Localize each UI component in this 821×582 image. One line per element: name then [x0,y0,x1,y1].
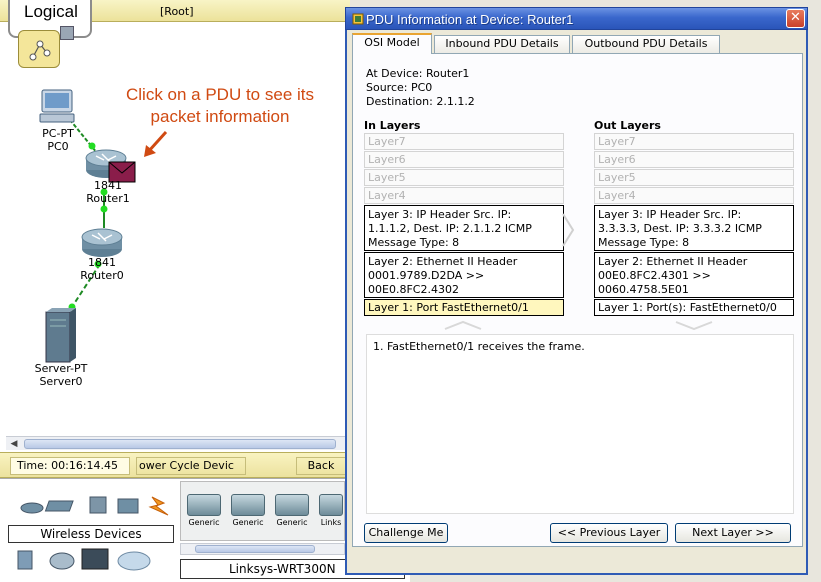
challenge-me-button[interactable]: Challenge Me [364,523,448,543]
generic-device-3[interactable]: Generic [273,494,311,532]
device-model-list: Generic Generic Generic Links [180,481,345,541]
logical-workspace[interactable]: [Root] Logical Click on a PDU to see its… [0,0,350,452]
destination-text: Destination: 2.1.1.2 [366,95,475,108]
tab-inbound-pdu-details[interactable]: Inbound PDU Details [434,35,570,53]
router0-label: 1841 Router0 [62,256,142,282]
device-model-label: Generic [188,518,220,527]
device-type-label: 1841 [94,179,122,192]
in-layer6[interactable]: Layer6 [364,151,564,168]
layer-text: Message Type: 8 [598,236,690,249]
scrollbar-thumb[interactable] [24,439,336,449]
tab-osi-model[interactable]: OSI Model [352,33,432,54]
in-layer7[interactable]: Layer7 [364,133,564,150]
device-name-label: Router1 [86,192,130,205]
router-icon[interactable] [80,223,124,259]
router1-label: 1841 Router1 [68,179,148,205]
layer-text: 1.1.1.2, Dest. IP: 2.1.1.2 ICMP [368,222,532,235]
dialog-title-bar[interactable]: PDU Information at Device: Router1 ✕ [345,7,808,30]
out-layer5[interactable]: Layer5 [594,169,794,186]
description-text: 1. FastEthernet0/1 receives the frame. [373,340,585,353]
workspace-horizontal-scrollbar[interactable]: ◀ [6,436,346,450]
in-layer1[interactable]: Layer 1: Port FastEthernet0/1 [364,299,564,316]
device-category-panel: Wireless Devices [8,485,178,577]
pc-icon[interactable] [38,88,78,126]
window-edge [810,0,821,582]
chevron-down-icon [675,321,713,330]
layer-text: Layer 2: Ethernet II Header [368,255,518,268]
generic-device-2[interactable]: Generic [229,494,267,532]
server0-label: Server-PT Server0 [21,362,101,388]
close-button[interactable]: ✕ [786,9,805,28]
in-layer5[interactable]: Layer5 [364,169,564,186]
out-layers-heading: Out Layers [594,119,661,132]
generic-device-1[interactable]: Generic [185,494,223,532]
layer-text: Message Type: 8 [368,236,460,249]
linksys-device[interactable]: Links [317,494,345,532]
pdu-information-dialog: PDU Information at Device: Router1 ✕ OSI… [345,7,808,575]
out-layer1[interactable]: Layer 1: Port(s): FastEthernet0/0 [594,299,794,316]
device-category-label: Wireless Devices [8,525,174,543]
out-layer3[interactable]: Layer 3: IP Header Src. IP: 3.3.3.3, Des… [594,205,794,251]
layer-text: 00E0.8FC2.4302 [368,283,459,296]
layer-text: Layer 2: Ethernet II Header [598,255,748,268]
tab-outbound-pdu-details[interactable]: Outbound PDU Details [572,35,720,53]
layer-text: Layer 3: IP Header Src. IP: [368,208,512,221]
device-model-label: Generic [232,518,264,527]
in-layer4[interactable]: Layer4 [364,187,564,204]
device-type-label: PC-PT [42,127,74,140]
device-name-label: Router0 [80,269,124,282]
scrollbar-thumb[interactable] [195,545,315,553]
device-type-label: 1841 [88,256,116,269]
layer-text: Layer 3: IP Header Src. IP: [598,208,742,221]
chevron-right-icon [562,213,575,247]
device-type-label: Server-PT [34,362,88,375]
out-layer6[interactable]: Layer6 [594,151,794,168]
previous-layer-button[interactable]: << Previous Layer [550,523,668,543]
back-button[interactable]: Back [296,457,346,475]
source-text: Source: PC0 [366,81,433,94]
osi-model-panel: At Device: Router1 Source: PC0 Destinati… [352,53,803,547]
device-name-label: Server0 [39,375,83,388]
in-layer2[interactable]: Layer 2: Ethernet II Header 0001.9789.D2… [364,252,564,298]
end-device-icons-row[interactable] [14,547,154,575]
chevron-up-icon [444,320,482,330]
out-layer7[interactable]: Layer7 [594,133,794,150]
dialog-title: PDU Information at Device: Router1 [366,12,574,27]
device-info: At Device: Router1 Source: PC0 Destinati… [366,67,475,109]
out-layer4[interactable]: Layer4 [594,187,794,204]
layer-text: 3.3.3.3, Dest. IP: 3.3.3.2 ICMP [598,222,762,235]
power-cycle-devices-button[interactable]: ower Cycle Devic [136,457,246,475]
layer-text: 0001.9789.D2DA >> [368,269,485,282]
at-device-text: At Device: Router1 [366,67,470,80]
in-layers-heading: In Layers [364,119,421,132]
in-layer3[interactable]: Layer 3: IP Header Src. IP: 1.1.1.2, Des… [364,205,564,251]
scroll-left-icon[interactable]: ◀ [8,438,20,450]
out-layers-column: Layer7 Layer6 Layer5 Layer4 Layer 3: IP … [594,133,794,317]
device-model-label: Generic [276,518,308,527]
category-icons-row[interactable] [18,493,178,519]
server-icon[interactable] [42,308,76,364]
layer-text: 0060.4758.5E01 [598,283,689,296]
layer-text: 00E0.8FC2.4301 >> [598,269,711,282]
layer-description: 1. FastEthernet0/1 receives the frame. [366,334,794,514]
device-model-label: Links [320,518,342,527]
simulation-time: Time: 00:16:14.45 [10,457,130,475]
device-list-scrollbar[interactable] [180,543,345,555]
in-layers-column: Layer7 Layer6 Layer5 Layer4 Layer 3: IP … [364,133,564,317]
realtime-status-bar: Time: 00:16:14.45 ower Cycle Devic Back [0,452,350,478]
out-layer2[interactable]: Layer 2: Ethernet II Header 00E0.8FC2.43… [594,252,794,298]
app-icon [352,13,364,25]
next-layer-button[interactable]: Next Layer >> [675,523,791,543]
